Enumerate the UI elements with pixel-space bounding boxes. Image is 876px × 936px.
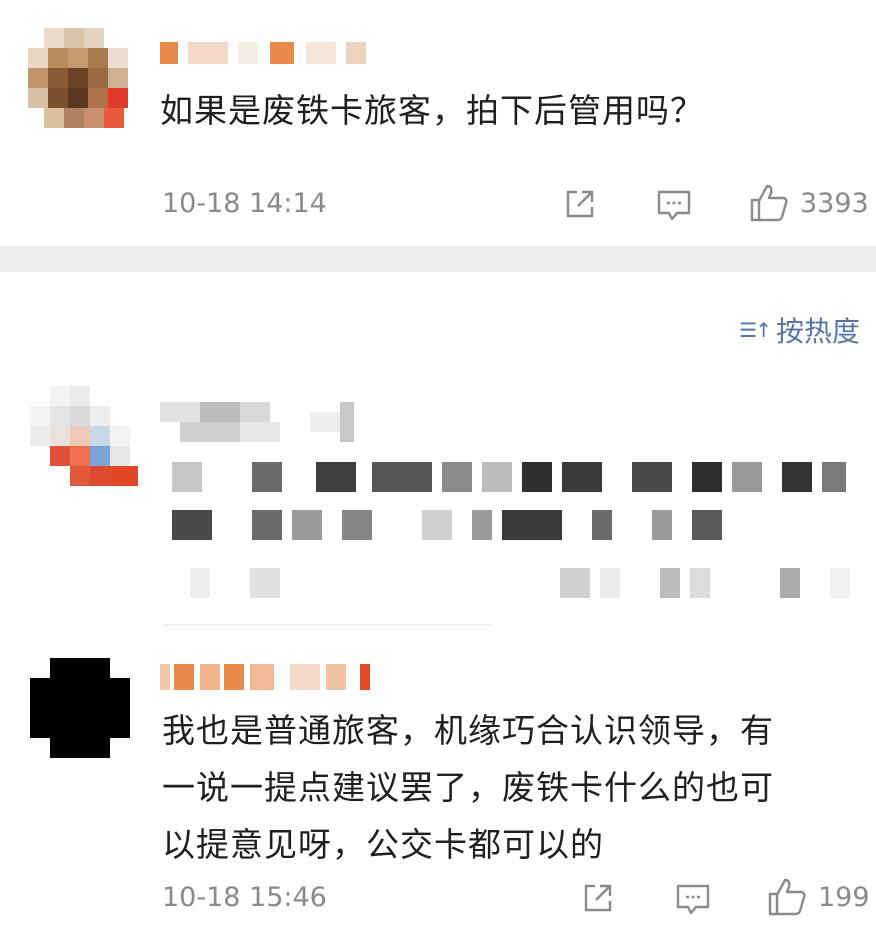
blurred-text-line <box>172 462 852 492</box>
blurred-meta-line <box>190 568 850 598</box>
like-button[interactable]: 199 <box>766 876 870 918</box>
comment-text: 如果是废铁卡旅客，拍下后管用吗？ <box>160 91 704 130</box>
reply-button[interactable] <box>674 880 712 918</box>
blurred-text-line <box>172 510 732 540</box>
like-count: 3393 <box>800 187 869 219</box>
avatar[interactable] <box>28 28 136 128</box>
thumbs-up-icon <box>768 878 806 916</box>
comment-text: 我也是普通旅客，机缘巧合认识领导，有 一说一提点建议罢了，废铁卡什么的也可 以提… <box>162 711 774 864</box>
comment-icon <box>676 884 710 915</box>
like-button[interactable]: 3393 <box>748 182 869 224</box>
username[interactable] <box>160 402 370 442</box>
like-count: 199 <box>818 881 870 913</box>
reply-button[interactable] <box>655 186 693 224</box>
separator <box>162 624 492 626</box>
share-icon <box>584 884 612 912</box>
username[interactable] <box>160 42 370 64</box>
comment-timestamp: 10-18 15:46 <box>162 882 327 913</box>
avatar[interactable] <box>30 386 138 486</box>
sort-label: 按热度 <box>775 315 860 348</box>
share-button[interactable] <box>562 186 598 222</box>
sort-icon: ☰↑ <box>739 318 772 342</box>
comment-timestamp: 10-18 14:14 <box>162 188 327 219</box>
section-divider <box>0 246 876 272</box>
thumbs-up-icon <box>750 184 788 222</box>
sort-by-hot-button[interactable]: ☰↑ 按热度 <box>739 310 860 350</box>
avatar[interactable] <box>30 658 138 758</box>
share-icon <box>566 190 594 218</box>
username[interactable] <box>160 664 380 690</box>
share-button[interactable] <box>580 880 616 916</box>
comment-icon <box>657 190 691 221</box>
